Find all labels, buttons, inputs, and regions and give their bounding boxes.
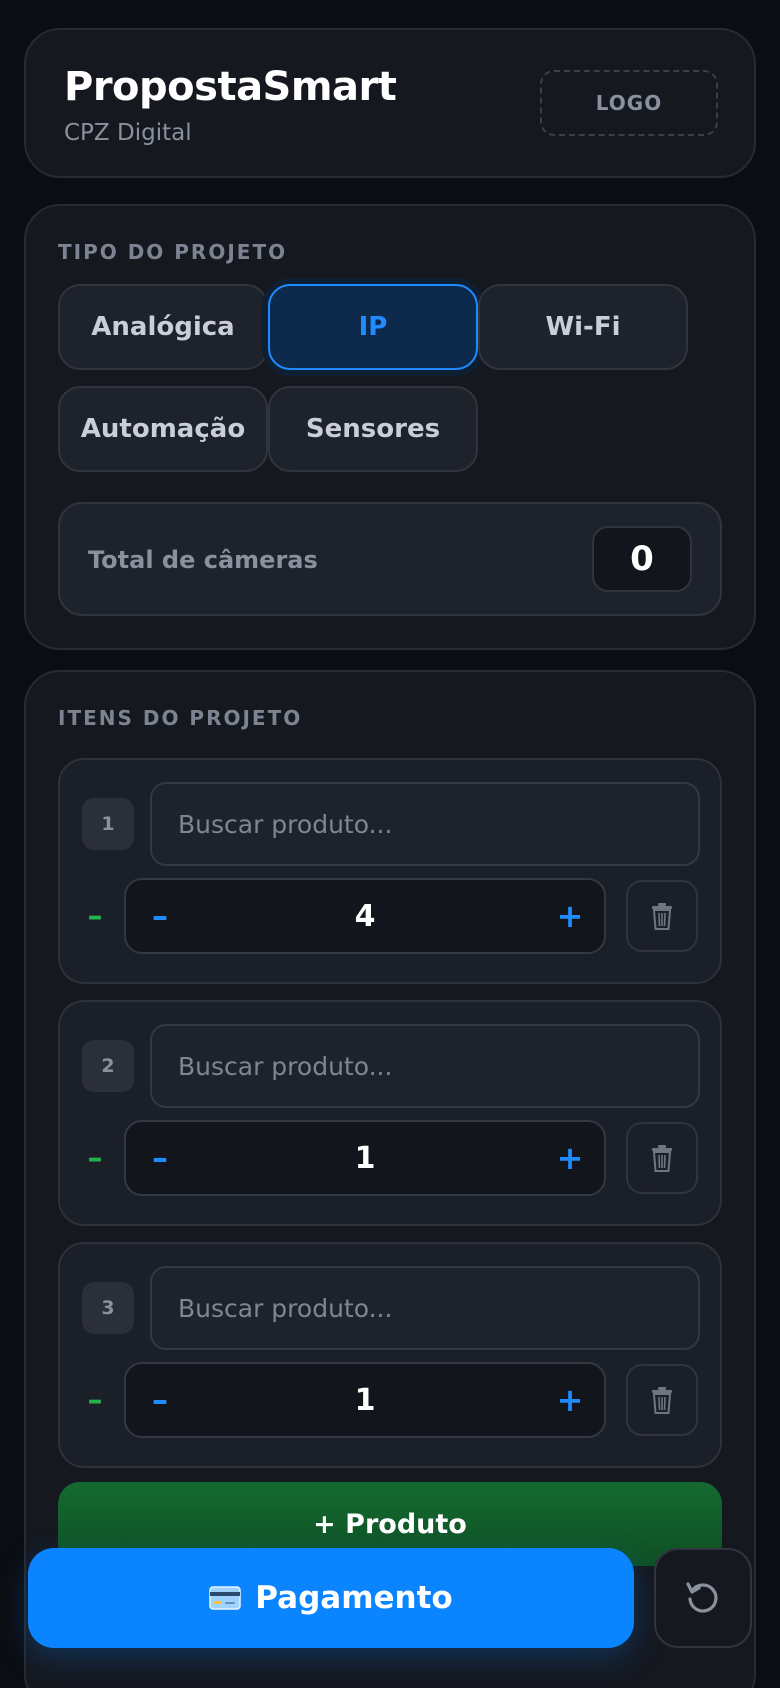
logo-placeholder[interactable]: LOGO: [540, 70, 718, 136]
header-card: PropostaSmart CPZ Digital LOGO: [24, 28, 756, 178]
type-option-wifi[interactable]: Wi-Fi: [478, 284, 688, 370]
delete-item-button[interactable]: [626, 880, 698, 952]
item-number: 1: [82, 798, 134, 850]
decrease-quantity-button[interactable]: –: [130, 1122, 190, 1194]
increase-quantity-button[interactable]: +: [540, 880, 600, 952]
increase-quantity-button[interactable]: +: [540, 1364, 600, 1436]
total-cameras-value: 0: [592, 526, 692, 592]
item-row: 1 – – 4 +: [58, 758, 722, 984]
project-type-label: TIPO DO PROJETO: [58, 240, 288, 264]
app-subtitle: CPZ Digital: [64, 120, 192, 146]
quantity-stepper: – 1 +: [124, 1362, 606, 1438]
project-items-card: ITENS DO PROJETO 1 – – 4 +: [24, 670, 756, 1688]
decrease-quantity-button[interactable]: –: [130, 880, 190, 952]
quantity-value: 4: [354, 898, 376, 934]
quantity-stepper: – 4 +: [124, 878, 606, 954]
item-row: 2 – – 1 +: [58, 1000, 722, 1226]
type-option-ip[interactable]: IP: [268, 284, 478, 370]
product-search-input[interactable]: [150, 782, 700, 866]
decrease-quantity-button[interactable]: –: [130, 1364, 190, 1436]
reset-button[interactable]: [654, 1548, 752, 1648]
app-page: PropostaSmart CPZ Digital LOGO TIPO DO P…: [0, 0, 780, 1688]
project-type-card: TIPO DO PROJETO Analógica IP Wi-Fi Autom…: [24, 204, 756, 650]
item-row: 3 – – 1 +: [58, 1242, 722, 1468]
delete-item-button[interactable]: [626, 1364, 698, 1436]
type-option-sensores[interactable]: Sensores: [268, 386, 478, 472]
trash-icon: [652, 903, 672, 930]
payment-button[interactable]: Pagamento: [28, 1548, 634, 1648]
collapse-item-button[interactable]: –: [82, 886, 108, 946]
trash-icon: [652, 1387, 672, 1414]
trash-icon: [652, 1145, 672, 1172]
collapse-item-button[interactable]: –: [82, 1128, 108, 1188]
app-title: PropostaSmart: [64, 64, 397, 110]
quantity-value: 1: [354, 1382, 376, 1418]
total-cameras-label: Total de câmeras: [88, 546, 318, 574]
item-number: 2: [82, 1040, 134, 1092]
increase-quantity-button[interactable]: +: [540, 1122, 600, 1194]
item-number: 3: [82, 1282, 134, 1334]
project-items-label: ITENS DO PROJETO: [58, 706, 303, 730]
type-option-analogica[interactable]: Analógica: [58, 284, 268, 370]
collapse-item-button[interactable]: –: [82, 1370, 108, 1430]
product-search-input[interactable]: [150, 1024, 700, 1108]
total-cameras-box: Total de câmeras 0: [58, 502, 722, 616]
payment-label: Pagamento: [255, 1580, 453, 1616]
credit-card-icon: [209, 1586, 242, 1610]
product-search-input[interactable]: [150, 1266, 700, 1350]
type-option-automacao[interactable]: Automação: [58, 386, 268, 472]
quantity-value: 1: [354, 1140, 376, 1176]
quantity-stepper: – 1 +: [124, 1120, 606, 1196]
delete-item-button[interactable]: [626, 1122, 698, 1194]
reset-icon: [686, 1582, 718, 1613]
